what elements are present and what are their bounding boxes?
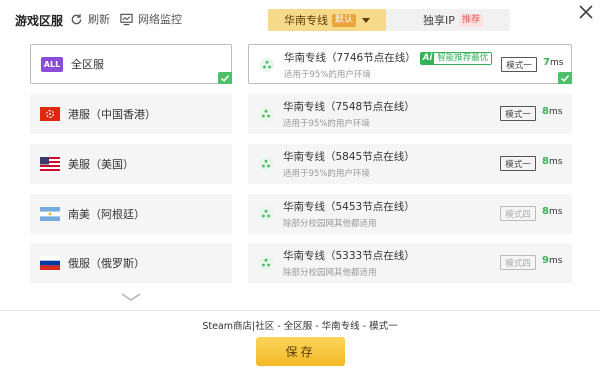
chevron-down-icon[interactable] [121, 293, 141, 301]
page-title: 游戏区服 [15, 14, 64, 28]
hong-kong-flag-icon [40, 107, 60, 121]
recommend-badge: 推荐 [458, 13, 483, 27]
node-icon [260, 58, 274, 72]
node-icon [259, 256, 273, 270]
refresh-button[interactable]: 刷新 [70, 11, 110, 27]
line-tabs: 华南专线 默认 独享IP 推荐 [268, 9, 510, 31]
node-name: 华南专线（5333节点在线） [283, 250, 415, 262]
refresh-label: 刷新 [88, 13, 110, 26]
node-name: 华南专线（5453节点在线） [283, 201, 415, 213]
tab-south-label: 华南专线 [283, 14, 328, 27]
ping-value: 8ms [542, 206, 563, 217]
mode-button[interactable]: 模式四 [500, 255, 536, 270]
node-description: 适用于95%的用户环境 [283, 169, 370, 179]
region-item-russia[interactable]: 俄服（俄罗斯） [30, 243, 232, 283]
node-name: 华南专线（7548节点在线） [283, 101, 415, 113]
node-description: 除部分校园网其他都适用 [283, 268, 377, 278]
chevron-down-icon[interactable] [362, 17, 370, 23]
node-description: 除部分校园网其他都适用 [283, 219, 377, 229]
node-icon [259, 157, 273, 171]
russia-flag-icon [40, 256, 60, 270]
node-item[interactable]: 华南专线（5453节点在线） 除部分校园网其他都适用 模式四 8ms [248, 194, 572, 234]
node-icon [259, 207, 273, 221]
all-icon: ALL [41, 56, 63, 72]
region-label: 港服（中国香港） [68, 108, 156, 121]
monitor-icon [120, 13, 133, 25]
node-description: 适用于95%的用户环境 [283, 119, 370, 129]
node-icon [259, 107, 273, 121]
refresh-icon [71, 13, 82, 24]
check-icon [558, 72, 572, 84]
tab-dedicated-ip[interactable]: 独享IP 推荐 [396, 9, 510, 31]
mode-button[interactable]: 模式一 [500, 106, 536, 121]
argentina-flag-icon [40, 207, 60, 221]
footer-divider [0, 310, 600, 311]
node-item[interactable]: 华南专线（5333节点在线） 除部分校园网其他都适用 模式四 9ms [248, 243, 572, 283]
default-badge: 默认 [331, 13, 356, 27]
region-item-hong-kong[interactable]: 港服（中国香港） [30, 94, 232, 134]
node-name: 华南专线（5845节点在线） [283, 151, 415, 163]
network-monitor-label: 网络监控 [138, 13, 182, 26]
check-icon [218, 72, 232, 84]
tab-ip-label: 独享IP [423, 14, 455, 27]
region-item-all[interactable]: ALL 全区服 [30, 44, 232, 84]
top-bar: 游戏区服 刷新 网络监控 华南专线 默认 独享IP 推荐 [0, 0, 600, 40]
ping-value: 7ms [543, 57, 564, 68]
region-item-argentina[interactable]: 南美（阿根廷） [30, 194, 232, 234]
save-button[interactable]: 保存 [256, 337, 345, 366]
ping-value: 8ms [542, 106, 563, 117]
usa-flag-icon [40, 157, 60, 171]
region-label: 全区服 [71, 58, 104, 71]
node-item[interactable]: 华南专线（7548节点在线） 适用于95%的用户环境 模式一 8ms [248, 94, 572, 134]
region-label: 南美（阿根廷） [68, 208, 145, 221]
mode-button[interactable]: 模式一 [501, 57, 537, 72]
network-monitor-button[interactable]: 网络监控 [120, 11, 182, 27]
region-label: 美服（美国） [68, 158, 134, 171]
ping-value: 9ms [542, 255, 563, 266]
region-label: 俄服（俄罗斯） [68, 257, 145, 270]
mode-button[interactable]: 模式四 [500, 206, 536, 221]
tab-south-china-line[interactable]: 华南专线 默认 [268, 9, 386, 31]
ping-value: 8ms [542, 156, 563, 167]
selection-summary: Steam商店|社区 - 全区服 - 华南专线 - 模式一 [202, 321, 398, 332]
mode-button[interactable]: 模式一 [500, 156, 536, 171]
close-icon[interactable] [577, 3, 595, 21]
region-item-usa[interactable]: 美服（美国） [30, 144, 232, 184]
node-item[interactable]: 华南专线（7746节点在线） Ai 智能推荐最优 适用于95%的用户环境 模式一 7… [248, 44, 572, 84]
node-description: 适用于95%的用户环境 [284, 70, 371, 80]
ai-recommend-badge: Ai 智能推荐最优 [419, 52, 493, 65]
node-name: 华南专线（7746节点在线） Ai 智能推荐最优 [284, 50, 493, 65]
node-item[interactable]: 华南专线（5845节点在线） 适用于95%的用户环境 模式一 8ms [248, 144, 572, 184]
